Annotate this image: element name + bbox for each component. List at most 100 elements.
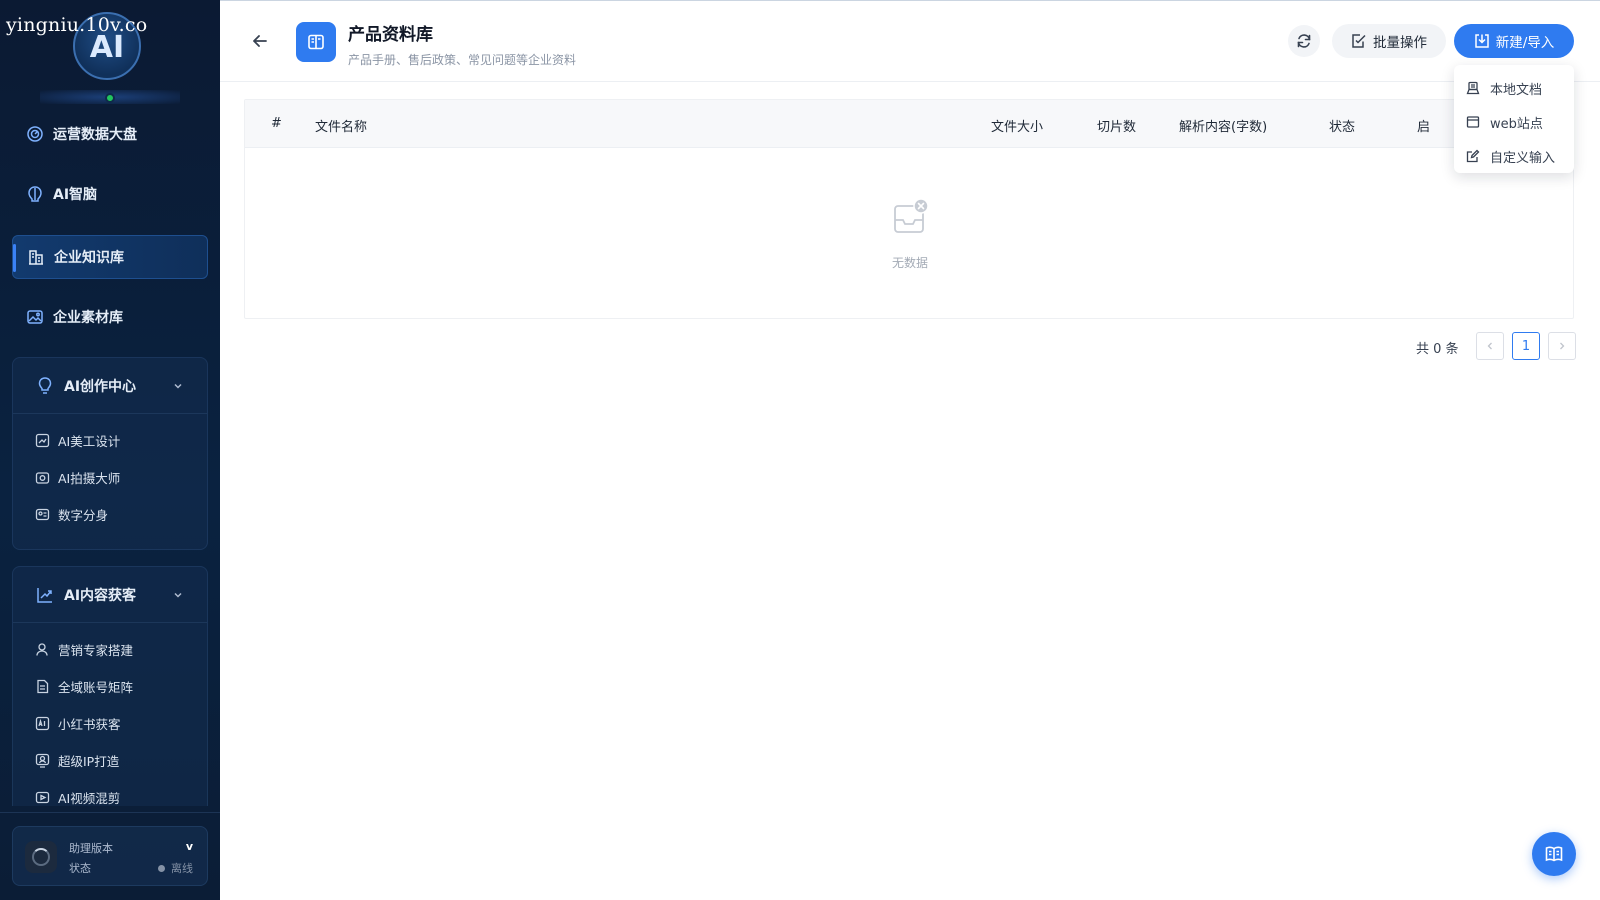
sidebar-item-ai-brain[interactable]: AI智脑 — [12, 172, 208, 216]
batch-operation-button[interactable]: 批量操作 — [1332, 24, 1446, 58]
sidebar-item-label: AI智脑 — [53, 187, 98, 203]
batch-operation-label: 批量操作 — [1373, 35, 1427, 51]
sidebar-subitem-label: AI美工设计 — [58, 434, 121, 449]
table-header: # 文件名称 文件大小 切片数 解析内容(字数) 状态 启 — [245, 100, 1573, 148]
trend-icon — [35, 585, 55, 605]
column-header-status: 状态 — [1329, 120, 1356, 135]
empty-inbox-icon — [894, 198, 929, 233]
page-subtitle: 产品手册、售后政策、常见问题等企业资料 — [348, 53, 577, 67]
chevron-down-icon — [174, 383, 182, 389]
edit-icon — [1466, 149, 1480, 163]
sidebar-group-label: AI内容获客 — [64, 587, 137, 604]
ai-badge-icon — [35, 716, 50, 731]
assistant-version-panel[interactable]: 助理版本 v 状态 离线 — [12, 826, 208, 886]
sidebar-subitem-xiaohongshu[interactable]: 小红书获客 — [13, 705, 207, 742]
sidebar-subitem-super-ip[interactable]: 超级IP打造 — [13, 742, 207, 779]
avatar-card-icon — [35, 507, 50, 522]
sidebar-subitem-digital-avatar[interactable]: 数字分身 — [13, 496, 207, 533]
chevron-right-icon — [1560, 342, 1565, 350]
menu-item-local-document[interactable]: 本地文档 — [1454, 71, 1574, 105]
new-import-button[interactable]: 新建/导入 — [1454, 24, 1574, 58]
document-table: # 文件名称 文件大小 切片数 解析内容(字数) 状态 启 无数据 — [244, 99, 1574, 319]
page-header: 产品资料库 产品手册、售后政策、常见问题等企业资料 批量操作 新建/导入 — [220, 1, 1600, 82]
pagination-total: 共 0 条 — [1416, 342, 1459, 357]
ip-icon — [35, 753, 50, 768]
status-label: 状态 — [69, 862, 91, 875]
sidebar-group-label: AI创作中心 — [64, 378, 137, 395]
sidebar-group-ai-creation: AI创作中心 AI美工设计 AI拍摄大师 数字分身 — [12, 357, 208, 550]
column-header-chunks: 切片数 — [1097, 120, 1137, 135]
loading-spinner-icon — [25, 841, 57, 873]
sidebar-subitem-video-mix[interactable]: AI视频混剪 — [13, 779, 207, 816]
sidebar-subitem-label: AI视频混剪 — [58, 791, 121, 806]
version-value: v — [185, 840, 193, 853]
sidebar-group-header-ai-content[interactable]: AI内容获客 — [13, 567, 207, 623]
sidebar-divider — [0, 812, 220, 813]
sidebar-subitem-marketing-expert[interactable]: 营销专家搭建 — [13, 631, 207, 668]
pagination-next-button[interactable] — [1548, 332, 1576, 360]
watermark-text: yingniu.10v.co — [6, 14, 148, 36]
menu-item-label: 自定义输入 — [1490, 150, 1556, 166]
column-header-parsed-content: 解析内容(字数) — [1179, 120, 1268, 135]
refresh-icon — [1297, 34, 1311, 48]
image-library-icon — [26, 308, 44, 326]
menu-item-label: web站点 — [1490, 116, 1543, 132]
brain-icon — [26, 185, 44, 203]
book-icon — [296, 22, 336, 62]
sidebar-item-label: 企业知识库 — [54, 250, 124, 266]
empty-text: 无数据 — [891, 256, 928, 270]
pagination-prev-button[interactable] — [1476, 332, 1504, 360]
column-header-enable: 启 — [1417, 120, 1431, 135]
user-icon — [35, 642, 50, 657]
video-icon — [35, 790, 50, 805]
checklist-icon — [1351, 33, 1367, 49]
column-header-file-name: 文件名称 — [315, 120, 368, 135]
sidebar-subitem-ai-design[interactable]: AI美工设计 — [13, 422, 207, 459]
sidebar-subitem-ai-camera[interactable]: AI拍摄大师 — [13, 459, 207, 496]
document-icon — [35, 679, 50, 694]
import-dropdown-menu: 本地文档 web站点 自定义输入 — [1454, 65, 1574, 173]
design-icon — [35, 433, 50, 448]
knowledge-base-icon — [27, 248, 45, 266]
menu-item-custom-input[interactable]: 自定义输入 — [1454, 139, 1574, 173]
import-icon — [1474, 33, 1490, 49]
sidebar-subitem-label: 全域账号矩阵 — [58, 680, 134, 695]
sidebar-item-label: 企业素材库 — [53, 310, 123, 326]
sidebar-subitem-label: 超级IP打造 — [58, 754, 120, 769]
page-title: 产品资料库 — [348, 25, 433, 45]
sidebar-subitem-label: AI拍摄大师 — [58, 471, 121, 486]
camera-icon — [35, 470, 50, 485]
sidebar-group-ai-content: AI内容获客 营销专家搭建 全域账号矩阵 小红书获客 超级IP打造 AI视频混剪 — [12, 566, 208, 806]
arrow-left-icon — [253, 35, 267, 47]
sidebar-group-header-ai-creation[interactable]: AI创作中心 — [13, 358, 207, 414]
main-content: 产品资料库 产品手册、售后政策、常见问题等企业资料 批量操作 新建/导入 本地文… — [220, 0, 1600, 900]
bulb-icon — [35, 376, 55, 396]
menu-item-web-site[interactable]: web站点 — [1454, 105, 1574, 139]
floating-help-button[interactable] — [1532, 832, 1576, 876]
back-button[interactable] — [248, 29, 272, 53]
column-header-file-size: 文件大小 — [991, 120, 1044, 135]
sidebar-item-material-library[interactable]: 企业素材库 — [12, 295, 208, 339]
book-open-icon — [1545, 846, 1563, 862]
sidebar-subitem-account-matrix[interactable]: 全域账号矩阵 — [13, 668, 207, 705]
online-status-dot — [105, 93, 115, 103]
status-badge: 离线 — [158, 860, 193, 876]
menu-item-label: 本地文档 — [1490, 82, 1543, 98]
dashboard-icon — [26, 125, 44, 143]
sidebar-subitem-label: 营销专家搭建 — [58, 643, 134, 658]
web-site-icon — [1466, 115, 1480, 129]
pagination-page-1[interactable]: 1 — [1512, 332, 1540, 360]
local-doc-icon — [1466, 81, 1480, 95]
version-label: 助理版本 — [69, 842, 113, 855]
chevron-left-icon — [1487, 342, 1492, 350]
refresh-button[interactable] — [1288, 25, 1320, 57]
column-header-index: # — [271, 116, 282, 131]
sidebar-subitem-label: 小红书获客 — [58, 717, 121, 732]
chevron-down-icon — [174, 592, 182, 598]
sidebar-item-knowledge-base[interactable]: 企业知识库 — [12, 235, 208, 279]
empty-state: 无数据 — [245, 148, 1573, 318]
sidebar-subitem-label: 数字分身 — [58, 508, 109, 523]
sidebar-item-dashboard[interactable]: 运营数据大盘 — [12, 112, 208, 156]
new-import-label: 新建/导入 — [1495, 35, 1555, 51]
sidebar: yingniu.10v.co AI 运营数据大盘 AI智脑 企业知识库 企业素材… — [0, 0, 220, 900]
